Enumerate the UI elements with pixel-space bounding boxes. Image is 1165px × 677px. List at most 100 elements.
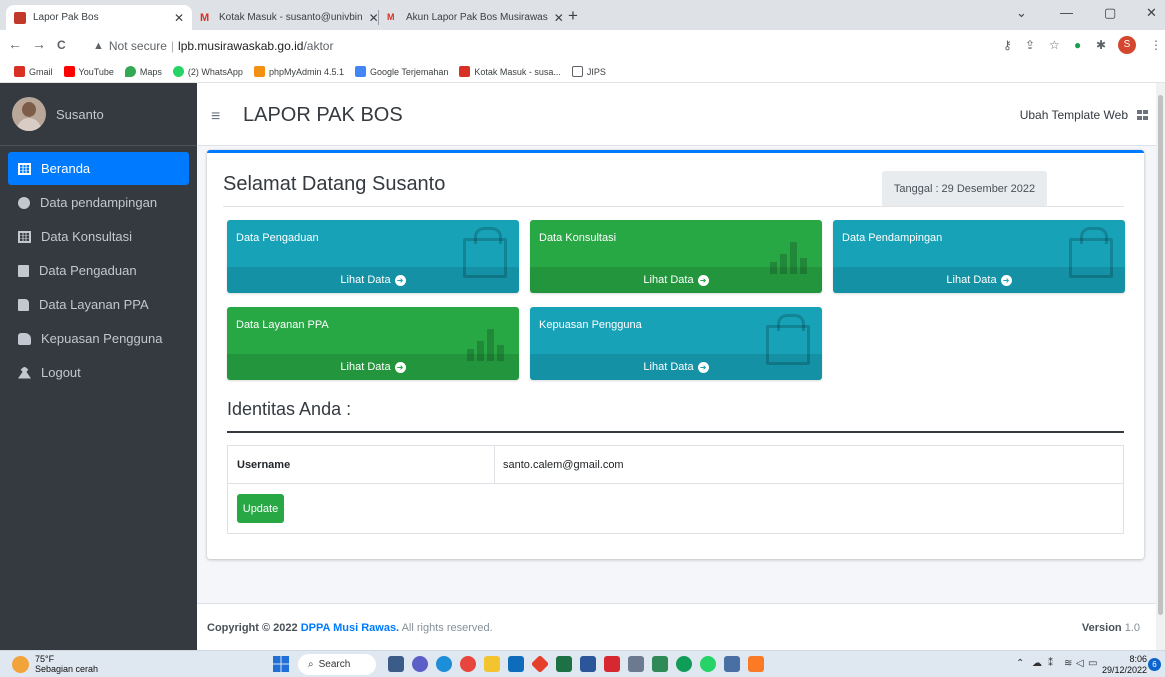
sidebar-item-beranda[interactable]: Beranda [8,152,189,185]
whatsapp-icon[interactable] [700,656,716,672]
sidebar-item-data-pendampingan[interactable]: Data pendampingan [8,186,189,219]
share-icon[interactable]: ⇪ [1025,38,1035,52]
top-navbar: ≡ LAPOR PAK BOS Ubah Template Web [197,83,1156,146]
user-panel[interactable]: Susanto [0,83,197,146]
bookmarks-bar: Gmail YouTube Maps (2) WhatsApp phpMyAdm… [0,61,1165,83]
bookmark-maps[interactable]: Maps [124,66,162,77]
hamburger-menu-icon[interactable]: ≡ [211,108,220,126]
app-diamond-icon[interactable] [530,654,550,674]
avatar [12,97,46,131]
tab-akun-lapor[interactable]: M Akun Lapor Pak Bos Musirawas ✕ [379,5,565,30]
excel-icon[interactable] [556,656,572,672]
mail-icon[interactable] [508,656,524,672]
new-tab-button[interactable]: + [568,6,578,26]
bookmark-gmail[interactable]: Gmail [14,66,53,77]
tab-search-dropdown-icon[interactable]: ⌄ [1016,5,1027,21]
key-icon[interactable]: ⚷ [1003,38,1012,52]
profile-avatar[interactable]: S [1118,36,1136,54]
tab-lapor-pak-bos[interactable]: Lapor Pak Bos ✕ [6,5,192,30]
sidebar-item-label: Beranda [41,161,91,176]
bookmark-jips[interactable]: JIPS [571,66,606,77]
forward-button[interactable]: → [32,36,46,52]
windows-taskbar: 75°F Sebagian cerah ⌕ Search ⌃ ☁ ⁑ ≋ ◁ ▭ 8… [0,650,1165,677]
username-value: santo.calem@gmail.com [503,459,624,471]
sidebar-item-logout[interactable]: Logout [8,356,189,389]
sidebar-item-label: Kepuasan Pengguna [41,331,163,346]
bookmark-google-translate[interactable]: Google Terjemahan [354,66,448,77]
word-icon[interactable] [580,656,596,672]
maximize-button[interactable]: ▢ [1104,5,1116,21]
bookmark-star-icon[interactable]: ☆ [1049,38,1060,52]
url-path: /aktor [303,39,334,53]
system-clock[interactable]: 8:06 29/12/2022 [1102,654,1147,676]
sidebar-item-data-layanan-ppa[interactable]: Data Layanan PPA [8,288,189,321]
file-explorer-icon[interactable] [484,656,500,672]
close-window-button[interactable]: ✕ [1146,5,1157,21]
reload-button[interactable]: C [57,38,66,52]
change-template-link[interactable]: Ubah Template Web [1020,108,1128,122]
url-input[interactable]: ▲ Not secure | lpb.musirawaskab.go.id /a… [93,35,988,57]
puzzle-icon[interactable]: ✱ [1096,38,1106,52]
lihat-data-link[interactable]: Lihat Data ➜ [227,354,519,380]
sidebar-item-label: Data Layanan PPA [39,297,149,312]
close-tab-icon[interactable]: ✕ [363,11,378,25]
chrome-browser-icon[interactable] [460,656,476,672]
arrow-circle-right-icon: ➜ [697,361,709,373]
app-circle-icon[interactable] [676,656,692,672]
windows-start-icon[interactable] [273,656,289,672]
apps-grid-icon[interactable] [1137,110,1148,120]
translate-icon [354,66,366,77]
arrow-circle-right-icon: ➜ [394,274,406,286]
lihat-data-link[interactable]: Lihat Data ➜ [530,267,822,293]
brand-link[interactable]: DPPA Musi Rawas. [301,622,399,634]
notification-badge[interactable]: 6 [1148,658,1161,671]
close-tab-icon[interactable]: ✕ [548,11,564,25]
pdf-reader-icon[interactable] [604,656,620,672]
cloud-icon[interactable]: ☁ [1032,658,1042,669]
sidebar-item-kepuasan-pengguna[interactable]: Kepuasan Pengguna [8,322,189,355]
minimize-button[interactable]: — [1060,5,1073,20]
page-scrollbar[interactable] [1156,83,1165,650]
extension-icon[interactable]: ● [1074,38,1081,52]
thumbs-up-icon [18,332,31,345]
bookmark-label: Maps [139,66,162,77]
back-button[interactable]: ← [8,36,22,52]
lihat-data-link[interactable]: Lihat Data ➜ [227,267,519,293]
battery-icon[interactable]: ▭ [1088,658,1097,669]
weather-text: 75°F Sebagian cerah [35,654,98,674]
whatsapp-icon [172,66,184,77]
tray-overflow-icon[interactable]: ⌃ [1016,658,1024,669]
edge-browser-icon[interactable] [436,656,452,672]
sidebar-item-label: Data Pengaduan [39,263,137,278]
wifi-icon[interactable]: ≋ [1064,658,1072,669]
username-label: Username [237,459,291,471]
close-tab-icon[interactable]: ✕ [168,11,184,25]
sidebar-item-data-pengaduan[interactable]: Data Pengaduan [8,254,189,287]
box-data-pendampingan: Data Pendampingan Lihat Data ➜ [833,220,1125,293]
bookmark-youtube[interactable]: YouTube [63,66,114,77]
lihat-data-link[interactable]: Lihat Data ➜ [530,354,822,380]
bookmark-whatsapp[interactable]: (2) WhatsApp [172,66,243,77]
keyboard-app-icon[interactable] [628,656,644,672]
teams-chat-icon[interactable] [412,656,428,672]
box-title: Kepuasan Pengguna [539,319,642,331]
bookmark-label: JIPS [586,66,606,77]
bookmark-phpmyadmin[interactable]: phpMyAdmin 4.5.1 [253,66,344,77]
lihat-data-link[interactable]: Lihat Data ➜ [833,267,1125,293]
xampp-icon[interactable] [748,656,764,672]
update-button[interactable]: Update [237,494,284,523]
speaker-icon[interactable]: ◁ [1076,658,1084,669]
user-name: Susanto [56,106,104,122]
circle-icon [18,196,30,209]
bookmark-label: YouTube [78,66,114,77]
app-icon[interactable] [652,656,668,672]
tab-gmail[interactable]: M Kotak Masuk - susanto@univbin ✕ [192,5,378,30]
task-view-icon[interactable] [388,656,404,672]
bookmark-kotak-masuk[interactable]: Kotak Masuk - susa... [459,66,561,77]
people-icon[interactable] [724,656,740,672]
app-tray-icon[interactable]: ⁑ [1048,658,1053,669]
menu-dots-icon[interactable]: ⋮ [1150,38,1162,52]
weather-widget[interactable]: 75°F Sebagian cerah [12,654,98,674]
sidebar-item-data-konsultasi[interactable]: Data Konsultasi [8,220,189,253]
taskbar-search[interactable]: ⌕ Search [298,654,376,675]
